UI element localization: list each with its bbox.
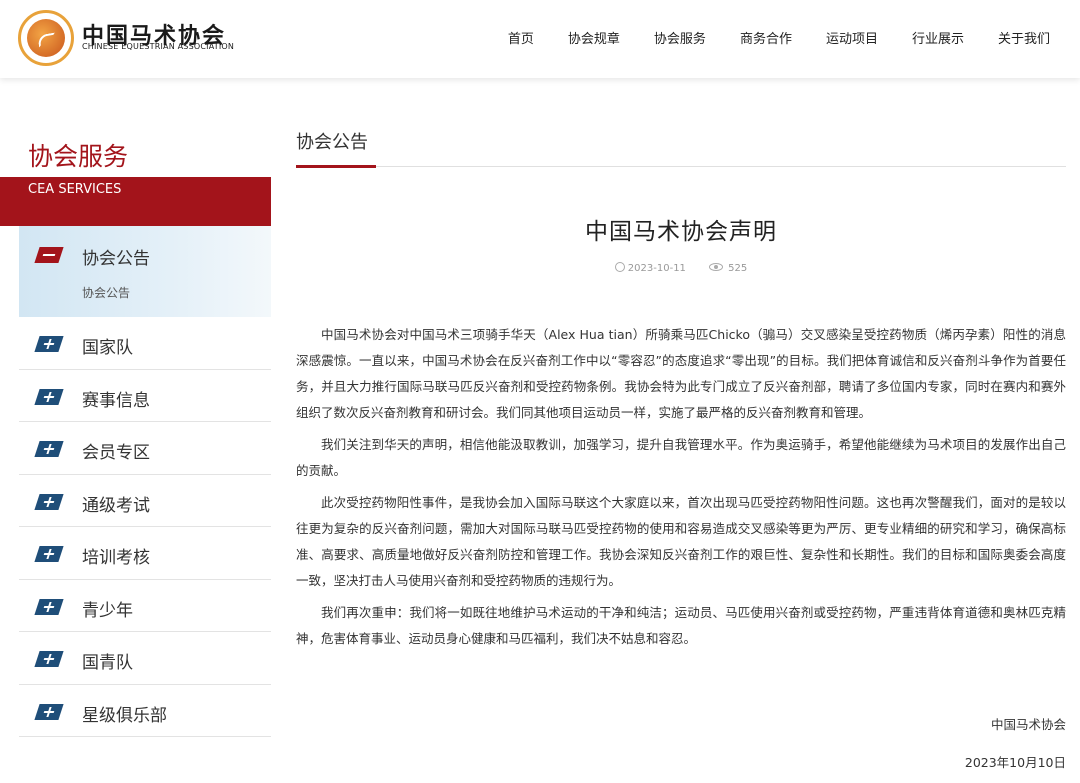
- sidebar-item-announcements[interactable]: 协会公告 协会公告: [19, 226, 271, 317]
- article-paragraph: 此次受控药物阳性事件，是我协会加入国际马联这个大家庭以来，首次出现马匹受控药物阳…: [296, 495, 1066, 588]
- logo-icon[interactable]: [18, 10, 74, 66]
- sidebar-title: 协会服务: [28, 142, 129, 171]
- nav-about[interactable]: 关于我们: [998, 28, 1050, 47]
- plus-icon: [34, 388, 64, 405]
- sidebar-item-label: 通级考试: [82, 495, 150, 516]
- section-title: 协会公告: [296, 132, 368, 153]
- article-paragraph: 中国马术协会对中国马术三项骑手华天（Alex Hua tian）所骑乘马匹Chi…: [296, 327, 1066, 420]
- sidebar-item-star-clubs[interactable]: 星级俱乐部: [19, 685, 271, 737]
- sidebar-subitem-announcements[interactable]: 协会公告: [82, 284, 130, 301]
- clock-icon: [614, 262, 625, 272]
- sidebar-item-label: 星级俱乐部: [82, 705, 167, 726]
- sidebar-item-exams[interactable]: 通级考试: [19, 475, 271, 527]
- sidebar-item-label: 赛事信息: [82, 390, 150, 411]
- plus-icon: [34, 441, 64, 457]
- plus-icon: [34, 493, 64, 510]
- plus-icon: [34, 598, 64, 615]
- article-body: 中国马术协会对中国马术三项骑手华天（Alex Hua tian）所骑乘马匹Chi…: [296, 322, 1066, 658]
- nav-industry[interactable]: 行业展示: [912, 28, 964, 47]
- nav-business[interactable]: 商务合作: [740, 28, 792, 47]
- sidebar-subtitle: CEA SERVICES: [28, 182, 122, 197]
- section-divider: [296, 166, 1066, 167]
- section-divider-accent: [296, 165, 376, 168]
- sidebar-item-members[interactable]: 会员专区: [19, 422, 271, 475]
- plus-icon: [34, 651, 64, 667]
- nav-services[interactable]: 协会服务: [654, 28, 706, 47]
- nav-regulations[interactable]: 协会规章: [568, 28, 620, 47]
- article-views: 525: [728, 263, 748, 274]
- sidebar-item-label: 国家队: [82, 338, 133, 358]
- nav-sports[interactable]: 运动项目: [826, 28, 878, 47]
- sidebar-item-youth-national-team[interactable]: 国青队: [19, 632, 271, 685]
- site-header: 中国马术协会 CHINESE EQUESTRIAN ASSOCIATION 首页…: [0, 0, 1080, 78]
- sidebar-subtitle-band: CEA SERVICES: [0, 177, 271, 226]
- plus-icon: [34, 546, 64, 562]
- sidebar-item-label: 协会公告: [82, 249, 150, 269]
- article-date: 2023-10-11: [627, 263, 686, 274]
- eye-icon: [709, 263, 724, 271]
- article-signature: 中国马术协会: [990, 717, 1066, 732]
- sidebar-item-training[interactable]: 培训考核: [19, 527, 271, 580]
- sidebar-list: 国家队 赛事信息 会员专区 通级考试 培训考核 青少年 国青队 星级俱乐部: [19, 317, 271, 737]
- sidebar-item-label: 国青队: [82, 653, 133, 673]
- article-meta: 2023-10-11 525: [296, 262, 1066, 274]
- plus-icon: [34, 703, 64, 720]
- nav-home[interactable]: 首页: [508, 28, 534, 47]
- sidebar-item-label: 培训考核: [82, 548, 150, 568]
- sidebar-item-national-team[interactable]: 国家队: [19, 317, 271, 370]
- minus-icon: [34, 247, 64, 263]
- sidebar-item-youth[interactable]: 青少年: [19, 580, 271, 632]
- article-paragraph: 我们关注到华天的声明，相信他能汲取教训，加强学习，提升自我管理水平。作为奥运骑手…: [296, 437, 1066, 478]
- brand-name-en: CHINESE EQUESTRIAN ASSOCIATION: [82, 42, 235, 51]
- article-title: 中国马术协会声明: [585, 219, 777, 245]
- sidebar-item-label: 会员专区: [82, 443, 150, 463]
- main-nav: 首页 协会规章 协会服务 商务合作 运动项目 行业展示 关于我们: [474, 28, 1050, 47]
- article-signed-date: 2023年10月10日: [964, 755, 1066, 770]
- sidebar-item-label: 青少年: [82, 600, 133, 621]
- article-paragraph: 我们再次重申：我们将一如既往地维护马术运动的干净和纯洁；运动员、马匹使用兴奋剂或…: [296, 605, 1066, 646]
- sidebar-item-events[interactable]: 赛事信息: [19, 370, 271, 422]
- plus-icon: [34, 336, 64, 352]
